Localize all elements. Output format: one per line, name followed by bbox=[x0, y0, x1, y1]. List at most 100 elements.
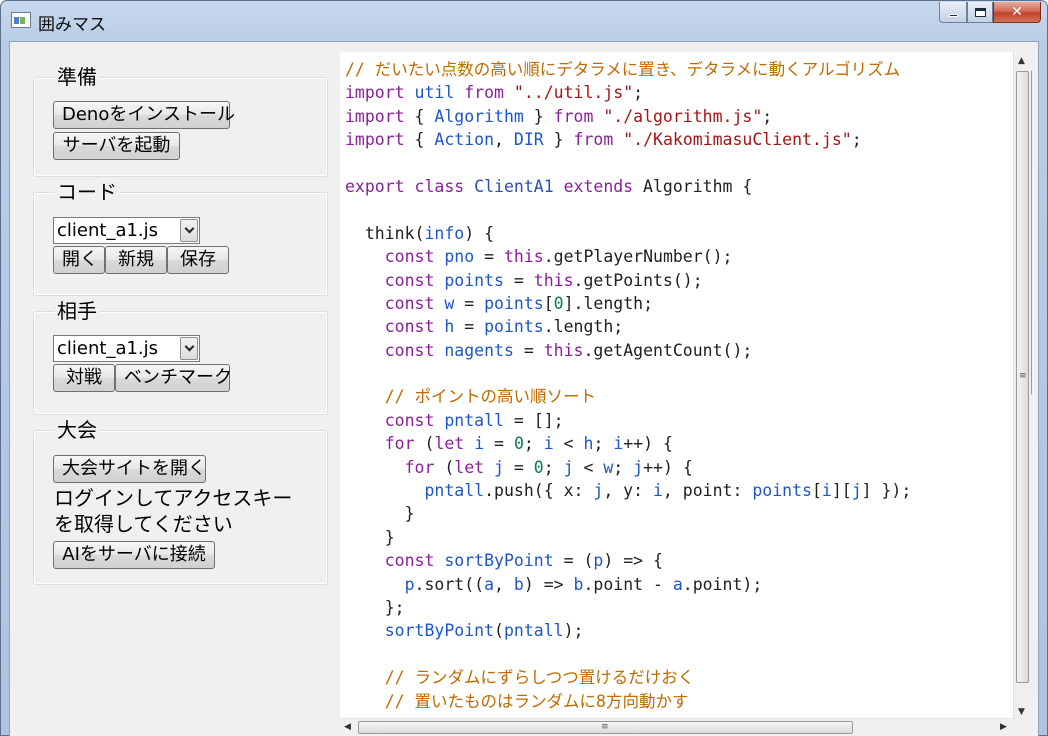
code-token: , bbox=[494, 130, 514, 150]
code-token: ( bbox=[414, 434, 435, 454]
code-line[interactable]: } bbox=[345, 526, 911, 549]
maximize-button[interactable] bbox=[967, 2, 993, 23]
code-token: ; bbox=[543, 457, 564, 477]
code-line[interactable]: // ランダムにずらしつつ置けるだけおく bbox=[345, 666, 911, 689]
title-bar[interactable]: 囲みマス ✕ bbox=[1, 1, 1047, 41]
code-token: = bbox=[454, 317, 485, 337]
code-line[interactable]: sortByPoint(pntall); bbox=[345, 619, 911, 642]
chevron-down-icon[interactable] bbox=[180, 219, 198, 242]
code-line[interactable]: import { Action, DIR } from "./Kakomimas… bbox=[345, 128, 911, 151]
code-line[interactable]: const nagents = this.getAgentCount(); bbox=[345, 339, 911, 362]
code-token: const bbox=[384, 340, 435, 360]
open-button[interactable]: 開く bbox=[53, 246, 105, 274]
battle-button[interactable]: 対戦 bbox=[53, 364, 115, 392]
editor-horizontal-scroll-thumb[interactable]: ≡ bbox=[358, 721, 853, 734]
code-token: .push({ x: bbox=[484, 481, 594, 501]
code-token: i bbox=[474, 434, 485, 454]
code-line[interactable]: for (let i = 0; i < h; i++) { bbox=[345, 432, 911, 455]
window-vertical-scrollbar[interactable]: ▲ ≡ ▼ bbox=[1013, 51, 1031, 721]
code-line[interactable]: const pntall = []; bbox=[345, 409, 911, 432]
code-line[interactable]: // だいたい点数の高い順にデタラメに置き、デタラメに動くアルゴリズム bbox=[345, 58, 911, 81]
code-token: pntall bbox=[444, 410, 504, 430]
code-line[interactable]: import { Algorithm } from "./algorithm.j… bbox=[345, 105, 911, 128]
code-token: think( bbox=[345, 223, 425, 243]
code-token: ; bbox=[633, 83, 644, 103]
minimize-icon bbox=[948, 13, 958, 17]
new-button[interactable]: 新規 bbox=[105, 246, 167, 274]
code-line[interactable]: const points = this.getPoints(); bbox=[345, 269, 911, 292]
code-line[interactable]: const sortByPoint = (p) => { bbox=[345, 549, 911, 572]
code-token: ( bbox=[434, 457, 455, 477]
code-file-select[interactable]: client_a1.js bbox=[53, 217, 200, 244]
code-token: b bbox=[513, 574, 524, 594]
code-line[interactable] bbox=[345, 643, 911, 666]
connect-ai-button[interactable]: AIをサーバに接続 bbox=[53, 541, 215, 569]
code-line[interactable]: }; bbox=[345, 596, 911, 619]
scroll-left-arrow-icon[interactable]: ◀ bbox=[344, 722, 351, 732]
prepare-group: 準備 Denoをインストール サーバを起動 bbox=[33, 65, 328, 177]
code-editor[interactable]: // だいたい点数の高い順にデタラメに置き、デタラメに動くアルゴリズム impor… bbox=[340, 52, 1016, 718]
code-line[interactable]: const h = points.length; bbox=[345, 315, 911, 338]
chevron-down-icon[interactable] bbox=[180, 337, 198, 360]
code-line[interactable] bbox=[345, 198, 911, 221]
code-line[interactable]: // 置いたものはランダムに8方向動かす bbox=[345, 690, 911, 713]
window-title: 囲みマス bbox=[38, 15, 106, 35]
code-content[interactable]: // だいたい点数の高い順にデタラメに置き、デタラメに動くアルゴリズム impor… bbox=[345, 58, 911, 713]
code-token: i bbox=[821, 481, 832, 501]
code-line[interactable] bbox=[345, 152, 911, 175]
editor-horizontal-scrollbar[interactable]: ◀ ≡ ▶ bbox=[340, 718, 1016, 735]
code-line[interactable]: for (let j = 0; j < w; j++) { bbox=[345, 456, 911, 479]
benchmark-button[interactable]: ベンチマーク bbox=[115, 364, 232, 392]
code-token: p bbox=[404, 574, 415, 594]
scroll-down-arrow-icon[interactable]: ▼ bbox=[1018, 707, 1025, 717]
opponent-file-select[interactable]: client_a1.js bbox=[53, 335, 200, 362]
code-token: , point: bbox=[662, 481, 753, 501]
code-token: info bbox=[424, 223, 465, 243]
code-token: } bbox=[523, 106, 554, 126]
code-line[interactable]: p.sort((a, b) => b.point - a.point); bbox=[345, 573, 911, 596]
scroll-right-arrow-icon[interactable]: ▶ bbox=[1000, 722, 1007, 732]
code-line[interactable]: export class ClientA1 extends Algorithm … bbox=[345, 175, 911, 198]
code-line[interactable]: const w = points[0].length; bbox=[345, 292, 911, 315]
start-server-button[interactable]: サーバを起動 bbox=[53, 132, 180, 160]
code-token: "../util.js" bbox=[513, 83, 634, 103]
code-line[interactable]: // ポイントの高い順ソート bbox=[345, 385, 911, 408]
code-token: w bbox=[444, 293, 455, 313]
open-tournament-site-button[interactable]: 大会サイトを開く bbox=[53, 455, 206, 483]
grip-icon: ≡ bbox=[601, 722, 609, 732]
code-token: Algorithm { bbox=[633, 176, 753, 196]
code-line[interactable]: import util from "../util.js"; bbox=[345, 81, 911, 104]
code-token: for bbox=[384, 434, 415, 454]
code-token: } bbox=[345, 527, 395, 547]
close-button[interactable]: ✕ bbox=[993, 2, 1041, 23]
code-line[interactable]: } bbox=[345, 502, 911, 525]
grip-icon: ≡ bbox=[1019, 371, 1027, 381]
code-line[interactable]: think(info) { bbox=[345, 222, 911, 245]
code-token: 0 bbox=[513, 434, 524, 454]
code-line[interactable]: pntall.push({ x: j, y: i, point: points[… bbox=[345, 479, 911, 502]
save-button[interactable]: 保存 bbox=[167, 246, 229, 274]
scroll-up-arrow-icon[interactable]: ▲ bbox=[1018, 56, 1025, 66]
code-line[interactable]: const pno = this.getPlayerNumber(); bbox=[345, 245, 911, 268]
code-token: this bbox=[543, 340, 584, 360]
window-vertical-scroll-thumb[interactable]: ≡ bbox=[1016, 71, 1029, 683]
maximize-icon bbox=[974, 7, 986, 17]
code-token: from bbox=[553, 106, 594, 126]
code-token: ] }); bbox=[861, 481, 912, 501]
code-file-value: client_a1.js bbox=[57, 220, 159, 241]
install-deno-button[interactable]: Denoをインストール bbox=[53, 101, 235, 129]
code-line[interactable] bbox=[345, 362, 911, 385]
tournament-group-label: 大会 bbox=[54, 418, 100, 442]
code-token: j bbox=[633, 457, 644, 477]
code-token: sortByPoint bbox=[384, 621, 495, 641]
code-token: from bbox=[573, 130, 614, 150]
minimize-button[interactable] bbox=[939, 2, 967, 23]
code-token: i bbox=[613, 434, 624, 454]
